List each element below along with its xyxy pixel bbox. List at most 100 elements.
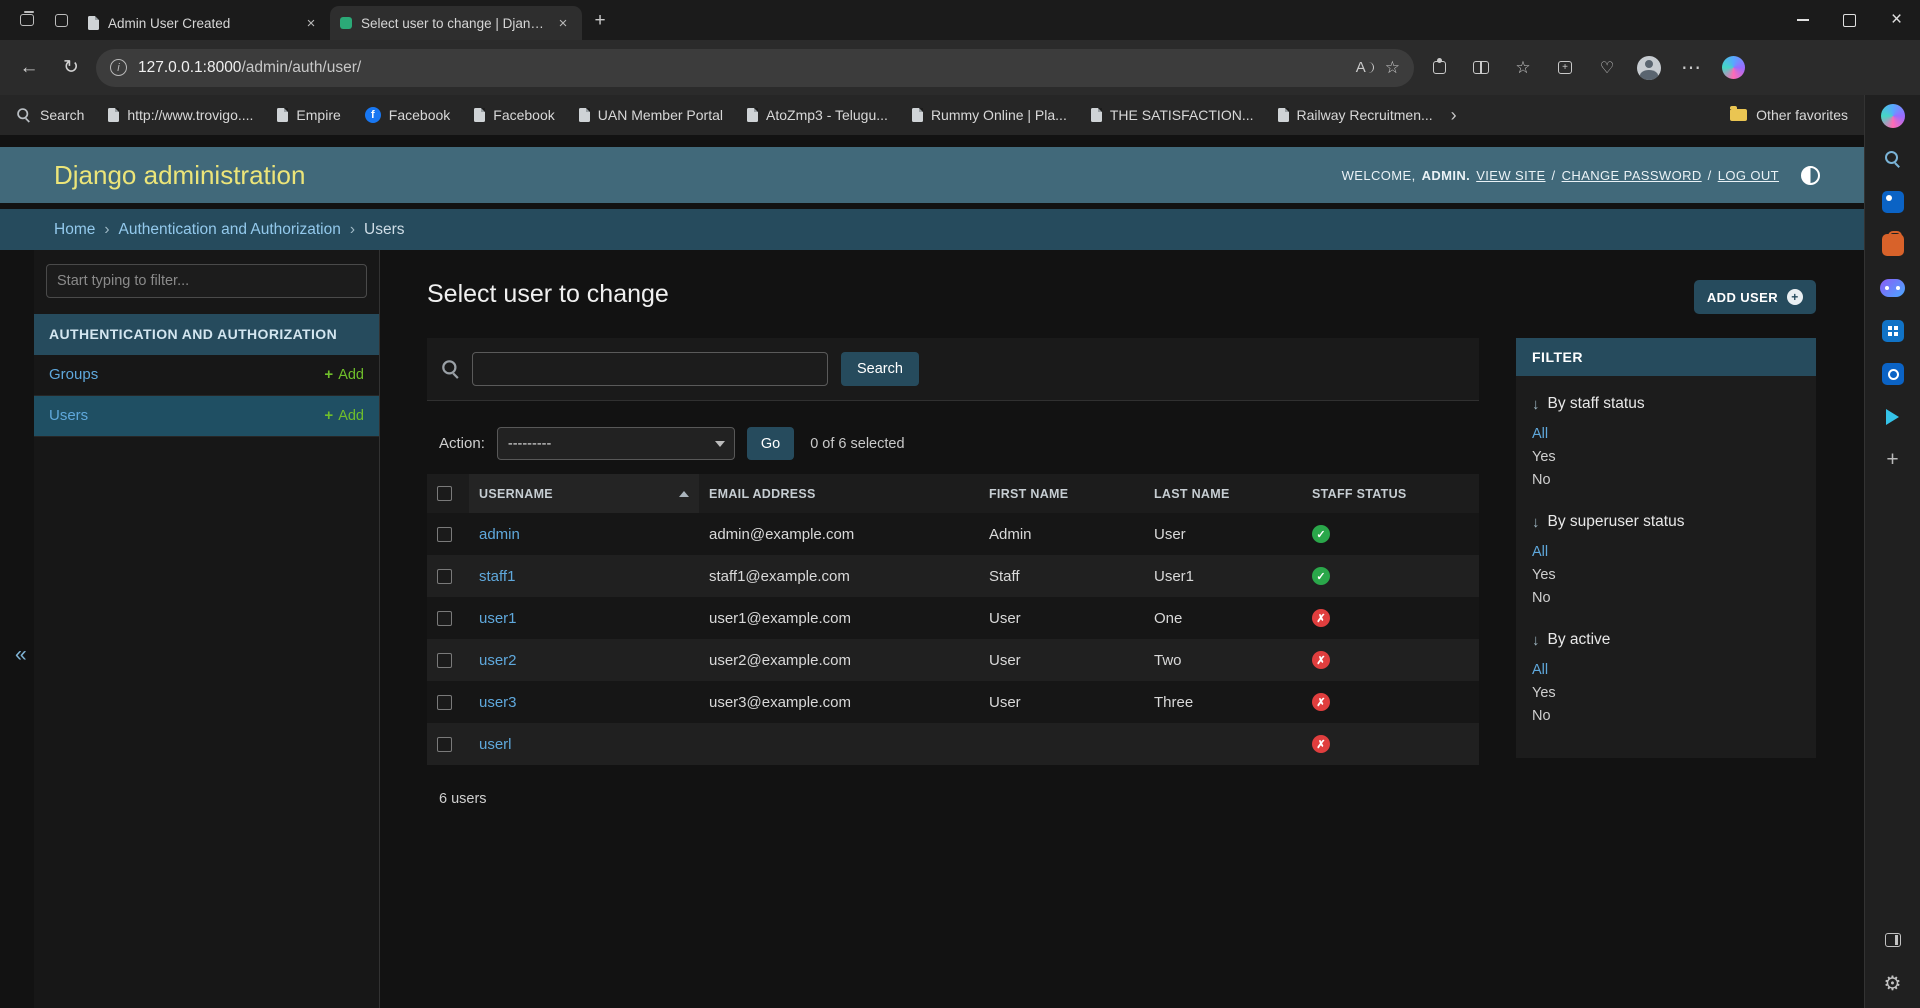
favorite-item[interactable]: Empire xyxy=(277,107,341,123)
sidebar-panel-icon[interactable] xyxy=(1880,927,1906,953)
add-user-link[interactable]: Add xyxy=(324,407,364,424)
profile-avatar[interactable] xyxy=(1632,51,1666,85)
read-aloud-icon[interactable] xyxy=(1356,59,1374,76)
search-input[interactable] xyxy=(472,352,828,386)
row-checkbox[interactable] xyxy=(437,736,452,752)
add-user-button[interactable]: ADD USER xyxy=(1693,280,1816,314)
breadcrumb-app-link[interactable]: Authentication and Authorization xyxy=(119,221,341,239)
action-select[interactable]: --------- xyxy=(496,427,735,460)
log-out-link[interactable]: LOG OUT xyxy=(1718,168,1779,183)
username-link[interactable]: user2 xyxy=(479,652,517,669)
other-favorites-button[interactable]: Other favorites xyxy=(1730,106,1848,123)
maximize-button[interactable] xyxy=(1826,0,1873,40)
username-link[interactable]: admin xyxy=(479,526,520,543)
more-menu-icon[interactable] xyxy=(1674,51,1708,85)
microsoft-apps-icon[interactable] xyxy=(1880,318,1906,344)
filter-option[interactable]: All xyxy=(1532,423,1800,446)
filter-option[interactable]: Yes xyxy=(1532,446,1800,469)
search-icon[interactable] xyxy=(1880,146,1906,172)
filter-option[interactable]: Yes xyxy=(1532,682,1800,705)
sort-ascending-icon[interactable] xyxy=(679,490,689,497)
site-info-icon[interactable] xyxy=(110,59,127,76)
site-title[interactable]: Django administration xyxy=(54,160,305,191)
filter-option[interactable]: No xyxy=(1532,705,1800,728)
collections-icon[interactable] xyxy=(1548,51,1582,85)
row-checkbox[interactable] xyxy=(437,568,452,584)
close-button[interactable] xyxy=(1873,0,1920,40)
favorite-item[interactable]: Search xyxy=(16,107,84,123)
drop-icon[interactable] xyxy=(1880,404,1906,430)
tab-close-icon[interactable] xyxy=(554,14,572,32)
tab-actions-icon[interactable] xyxy=(12,5,42,35)
favorite-item[interactable]: UAN Member Portal xyxy=(578,107,723,123)
select-all-checkbox[interactable] xyxy=(437,486,452,501)
extensions-icon[interactable] xyxy=(1422,51,1456,85)
back-icon[interactable]: ← xyxy=(12,51,46,85)
refresh-icon[interactable]: ↻ xyxy=(54,51,88,85)
filter-option[interactable]: All xyxy=(1532,541,1800,564)
address-bar[interactable]: 127.0.0.1:8000/admin/auth/user/ xyxy=(96,48,1414,87)
tab-close-icon[interactable] xyxy=(302,14,320,32)
gear-icon[interactable] xyxy=(1880,970,1906,996)
view-site-link[interactable]: VIEW SITE xyxy=(1476,168,1545,183)
url-text: 127.0.0.1:8000/admin/auth/user/ xyxy=(138,58,362,76)
filter-option[interactable]: No xyxy=(1532,587,1800,610)
change-password-link[interactable]: CHANGE PASSWORD xyxy=(1562,168,1702,183)
selection-note: 0 of 6 selected xyxy=(810,435,905,452)
breadcrumb-home-link[interactable]: Home xyxy=(54,221,95,239)
copilot-icon[interactable] xyxy=(1880,103,1906,129)
games-icon[interactable] xyxy=(1880,275,1906,301)
username-link[interactable]: userl xyxy=(479,736,512,753)
favorite-item[interactable]: Facebook xyxy=(474,107,555,123)
workspaces-icon[interactable] xyxy=(46,5,76,35)
favorite-item[interactable]: Facebook xyxy=(364,107,450,123)
favorite-item[interactable]: Rummy Online | Pla... xyxy=(911,107,1067,123)
col-header-last-name[interactable]: LAST NAME xyxy=(1144,474,1302,513)
add-group-link[interactable]: Add xyxy=(324,366,364,383)
favorites-bar-icon[interactable] xyxy=(1506,51,1540,85)
copilot-icon[interactable] xyxy=(1716,51,1750,85)
filter-option[interactable]: All xyxy=(1532,659,1800,682)
favorites-overflow-icon[interactable] xyxy=(1451,105,1457,126)
sidebar-filter-input[interactable] xyxy=(46,264,367,298)
go-button[interactable]: Go xyxy=(746,427,795,460)
tools-icon[interactable] xyxy=(1880,231,1906,258)
row-checkbox[interactable] xyxy=(437,694,452,710)
favorite-item[interactable]: AtoZmp3 - Telugu... xyxy=(747,107,888,123)
username-link[interactable]: user3 xyxy=(479,694,517,711)
filter-heading[interactable]: By active xyxy=(1532,631,1800,649)
theme-toggle-icon[interactable] xyxy=(1801,165,1820,185)
filter-option[interactable]: No xyxy=(1532,469,1800,492)
username-link[interactable]: staff1 xyxy=(479,568,515,585)
col-header-email[interactable]: EMAIL ADDRESS xyxy=(699,474,979,513)
filter-heading[interactable]: By staff status xyxy=(1532,395,1800,413)
row-checkbox[interactable] xyxy=(437,652,452,668)
browser-essentials-icon[interactable] xyxy=(1590,51,1624,85)
search-button[interactable]: Search xyxy=(841,352,919,386)
row-checkbox[interactable] xyxy=(437,526,452,542)
favorite-star-icon[interactable] xyxy=(1385,58,1400,78)
tab-layout-glyph-icon xyxy=(20,11,34,26)
split-screen-icon[interactable] xyxy=(1464,51,1498,85)
col-header-first-name[interactable]: FIRST NAME xyxy=(979,474,1144,513)
favorite-item[interactable]: Railway Recruitmen... xyxy=(1277,107,1433,123)
users-link[interactable]: Users xyxy=(49,407,88,424)
groups-link[interactable]: Groups xyxy=(49,366,98,383)
workspace-glyph-icon xyxy=(54,13,68,27)
favorite-item[interactable]: THE SATISFACTION... xyxy=(1090,107,1254,123)
filter-option[interactable]: Yes xyxy=(1532,564,1800,587)
sidebar-collapse-button[interactable]: « xyxy=(9,642,33,668)
shopping-icon[interactable] xyxy=(1880,189,1906,215)
welcome-text: WELCOME, xyxy=(1341,167,1416,183)
browser-tab-inactive[interactable]: Admin User Created xyxy=(78,6,330,40)
favorite-item[interactable]: http://www.trovigo.... xyxy=(108,107,253,123)
browser-tab-active[interactable]: Select user to change | Django si xyxy=(330,6,582,40)
outlook-icon[interactable] xyxy=(1880,361,1906,387)
col-header-username[interactable]: USERNAME xyxy=(469,474,699,513)
minimize-button[interactable] xyxy=(1779,0,1826,40)
add-sidebar-app-icon[interactable] xyxy=(1880,447,1906,473)
username-link[interactable]: user1 xyxy=(479,610,517,627)
row-checkbox[interactable] xyxy=(437,610,452,626)
new-tab-button[interactable]: + xyxy=(586,7,614,35)
filter-heading[interactable]: By superuser status xyxy=(1532,513,1800,531)
